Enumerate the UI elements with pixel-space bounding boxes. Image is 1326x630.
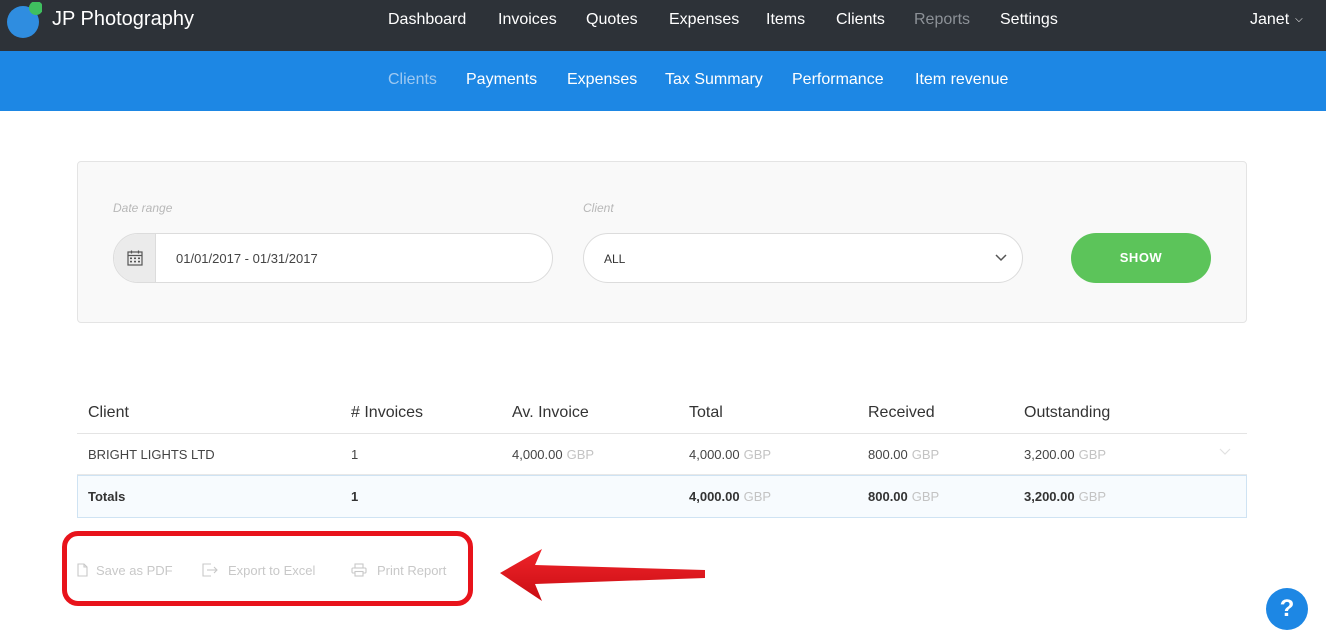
calendar-icon bbox=[127, 250, 143, 266]
outstanding: 3,200.00 GBP bbox=[1024, 447, 1106, 462]
subnav-item-revenue[interactable]: Item revenue bbox=[915, 71, 1008, 89]
help-button[interactable]: ? bbox=[1266, 588, 1308, 630]
reports-subnav: Clients Payments Expenses Tax Summary Pe… bbox=[0, 51, 1326, 111]
totals-total: 4,000.00 GBP bbox=[689, 489, 771, 504]
amount: 4,000.00 bbox=[512, 447, 563, 462]
currency: GBP bbox=[566, 447, 595, 462]
top-navbar: JP Photography Dashboard Invoices Quotes… bbox=[0, 0, 1326, 51]
invoice-count: 1 bbox=[351, 447, 359, 462]
annotation-highlight-box bbox=[62, 531, 473, 606]
client-select-value: ALL bbox=[604, 252, 626, 266]
amount: 800.00 bbox=[868, 447, 908, 462]
totals-outstanding: 3,200.00 GBP bbox=[1024, 489, 1106, 504]
nav-items[interactable]: Items bbox=[766, 11, 805, 29]
user-name: Janet bbox=[1250, 11, 1290, 28]
currency: GBP bbox=[743, 447, 772, 462]
table-row[interactable]: BRIGHT LIGHTS LTD 1 4,000.00 GBP 4,000.00… bbox=[77, 434, 1247, 475]
total: 4,000.00 GBP bbox=[689, 447, 771, 462]
currency: GBP bbox=[1078, 489, 1107, 504]
chevron-down-icon: ⌵ bbox=[1295, 14, 1303, 25]
totals-received: 800.00 GBP bbox=[868, 489, 939, 504]
column-header[interactable]: Outstanding bbox=[1024, 404, 1110, 422]
average-invoice: 4,000.00 GBP bbox=[512, 447, 594, 462]
currency: GBP bbox=[911, 447, 940, 462]
table-header: Client # Invoices Av. Invoice Total Rece… bbox=[77, 392, 1247, 434]
totals-row: Totals 1 4,000.00 GBP 800.00 GBP 3,200.00 G… bbox=[77, 475, 1247, 518]
totals-label: Totals bbox=[88, 489, 126, 504]
column-header[interactable]: Total bbox=[689, 404, 723, 422]
user-menu[interactable]: Janet ⌵ bbox=[1250, 11, 1303, 29]
annotation-arrow-icon bbox=[500, 549, 705, 601]
client-label: Client bbox=[583, 201, 614, 215]
chevron-down-icon bbox=[995, 254, 1007, 262]
calendar-button[interactable] bbox=[114, 234, 156, 282]
amount: 3,200.00 bbox=[1024, 489, 1075, 504]
currency: GBP bbox=[1078, 447, 1107, 462]
column-header[interactable]: Client bbox=[88, 404, 129, 422]
subnav-performance[interactable]: Performance bbox=[792, 71, 884, 89]
subnav-payments[interactable]: Payments bbox=[466, 71, 537, 89]
subnav-tax-summary[interactable]: Tax Summary bbox=[665, 71, 763, 89]
nav-invoices[interactable]: Invoices bbox=[498, 11, 557, 29]
received: 800.00 GBP bbox=[868, 447, 939, 462]
totals-invoice-count: 1 bbox=[351, 489, 359, 504]
amount: 3,200.00 bbox=[1024, 447, 1075, 462]
nav-clients[interactable]: Clients bbox=[836, 11, 885, 29]
date-range-label: Date range bbox=[113, 201, 173, 215]
subnav-expenses[interactable]: Expenses bbox=[567, 71, 637, 89]
subnav-clients[interactable]: Clients bbox=[388, 71, 437, 89]
nav-dashboard[interactable]: Dashboard bbox=[388, 11, 466, 29]
column-header[interactable]: Av. Invoice bbox=[512, 404, 589, 422]
currency: GBP bbox=[743, 489, 772, 504]
column-header[interactable]: Received bbox=[868, 404, 935, 422]
date-range-value: 01/01/2017 - 01/31/2017 bbox=[176, 251, 318, 266]
nav-reports[interactable]: Reports bbox=[914, 11, 970, 29]
filter-panel: Date range Client 01/01/2017 - 01/31/201… bbox=[77, 161, 1247, 323]
nav-expenses[interactable]: Expenses bbox=[669, 11, 739, 29]
amount: 4,000.00 bbox=[689, 489, 740, 504]
currency: GBP bbox=[911, 489, 940, 504]
column-header[interactable]: # Invoices bbox=[351, 404, 423, 422]
amount: 4,000.00 bbox=[689, 447, 740, 462]
row-expand-chevron-icon[interactable] bbox=[1219, 448, 1231, 456]
date-range-input[interactable]: 01/01/2017 - 01/31/2017 bbox=[113, 233, 553, 283]
client-report-table: Client # Invoices Av. Invoice Total Rece… bbox=[77, 392, 1247, 518]
brand-name[interactable]: JP Photography bbox=[52, 8, 194, 31]
logo-icon[interactable] bbox=[6, 2, 42, 38]
amount: 800.00 bbox=[868, 489, 908, 504]
show-button[interactable]: SHOW bbox=[1071, 233, 1211, 283]
client-link[interactable]: BRIGHT LIGHTS LTD bbox=[88, 447, 215, 462]
nav-quotes[interactable]: Quotes bbox=[586, 11, 638, 29]
nav-settings[interactable]: Settings bbox=[1000, 11, 1058, 29]
client-select[interactable]: ALL bbox=[583, 233, 1023, 283]
